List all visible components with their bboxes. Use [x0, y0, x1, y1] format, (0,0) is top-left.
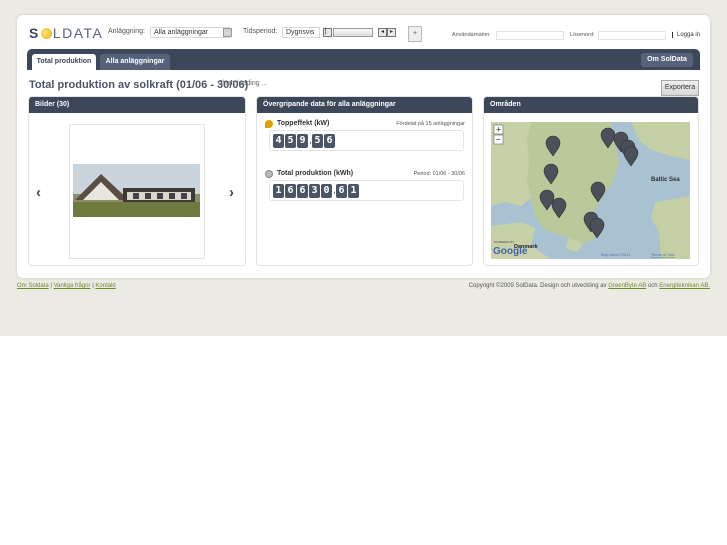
counter-digit: 1: [348, 183, 359, 198]
step-forward-button[interactable]: ▸: [387, 28, 396, 37]
chevron-right-icon[interactable]: ›: [229, 184, 234, 201]
tab-total-produktion-label: Total produktion: [36, 58, 92, 65]
password-label: Lösenord:: [570, 32, 595, 38]
counter-digit: 6: [336, 183, 347, 198]
counter-digit: 3: [309, 183, 320, 198]
counter-digit: 5: [285, 133, 296, 148]
tab-total-produktion[interactable]: Total produktion: [32, 54, 96, 70]
overview-panel-title: Övergripande data för alla anläggningar: [257, 97, 472, 113]
export-button[interactable]: Exportera: [661, 80, 699, 96]
main-navbar: Total produktion Alla anläggningar Om So…: [27, 49, 700, 70]
counter-digit: 6: [285, 183, 296, 198]
counter-digit: 5: [312, 133, 323, 148]
slider-left-button[interactable]: ▏: [323, 28, 332, 37]
footer-link-kontakt[interactable]: Kontakt: [95, 283, 115, 289]
footer-copyright: Copyright ©2009 SolData. Design och utve…: [469, 283, 710, 289]
footer-link-energiteknikan[interactable]: Energiteknikan AB.: [659, 283, 710, 289]
terms-link[interactable]: Terms of Use: [651, 252, 675, 257]
logo-text-data: LDATA: [52, 25, 104, 41]
footer-and: och: [647, 283, 658, 289]
building-photo[interactable]: [73, 164, 200, 217]
total-production-counter: 16630,61: [269, 180, 464, 201]
footer-link-om-soldata[interactable]: Om Soldata: [17, 283, 49, 289]
footer-links: Om Soldata | Vanliga frågor | Kontakt: [17, 283, 116, 289]
anlaggning-dropdown-button[interactable]: [223, 28, 232, 37]
zoom-out-label: −: [496, 135, 501, 145]
tab-om-soldata[interactable]: Om SolData: [641, 53, 693, 67]
baltic-sea-label: Baltic Sea: [651, 177, 680, 183]
areas-panel: Områden + − Baltic Sea Danmark POWERED B…: [483, 96, 699, 266]
footer-link-greenbyte[interactable]: GreenByte AB: [608, 283, 646, 289]
total-production-note: Period: 01/06 - 30/06: [413, 171, 465, 177]
period-slider[interactable]: [333, 28, 373, 37]
tab-om-soldata-label: Om SolData: [647, 56, 687, 63]
tidsperiod-label: Tidsperiod:: [243, 28, 278, 35]
images-panel: Bilder (30) ‹ ›: [28, 96, 246, 266]
sun-icon: [40, 27, 52, 39]
counter-digit: 1: [273, 183, 284, 198]
peak-power-note: Fördelat på 15 anläggningar: [396, 121, 465, 127]
add-period-button[interactable]: +: [408, 26, 422, 42]
tidsperiod-select-value: Dygnsvis: [286, 29, 315, 36]
username-label: Användarnamn:: [452, 32, 491, 38]
total-production-label: Total produktion (kWh): [277, 170, 354, 177]
tidsperiod-select[interactable]: Dygnsvis: [282, 27, 320, 38]
sun-small-icon: [265, 170, 273, 178]
anlaggning-select-value: Alla anläggningar: [154, 29, 209, 36]
tab-alla-anlaggningar[interactable]: Alla anläggningar: [100, 54, 170, 70]
google-logo: Google: [493, 246, 528, 257]
password-input[interactable]: [598, 31, 666, 40]
counter-digit: 9: [297, 133, 308, 148]
overview-panel: Övergripande data för alla anläggningar …: [256, 96, 473, 266]
add-period-label: +: [412, 30, 418, 37]
anlaggning-select[interactable]: Alla anläggningar: [150, 27, 230, 38]
bulb-icon: [265, 120, 273, 128]
main-card: S LDATA Anläggning: Alla anläggningar Ti…: [17, 15, 710, 278]
username-input[interactable]: [496, 31, 564, 40]
copyright-text: Copyright ©2009 SolData. Design och utve…: [468, 283, 607, 289]
peak-power-label: Toppeffekt (kW): [277, 120, 330, 127]
powered-by-label: POWERED BY: [494, 240, 514, 244]
chevron-left-icon[interactable]: ‹: [36, 184, 41, 201]
images-panel-title: Bilder (30): [29, 97, 245, 113]
login-link[interactable]: Logga in: [672, 32, 700, 38]
zoom-in-label: +: [496, 125, 501, 135]
counter-digit: 6: [324, 133, 335, 148]
logo-text-s: S: [29, 25, 40, 41]
step-back-button[interactable]: ◂: [378, 28, 387, 37]
areas-map[interactable]: + − Baltic Sea Danmark POWERED BY Google…: [491, 122, 690, 259]
chart-loading-text: Chart loading ...: [218, 80, 268, 87]
counter-digit: 4: [273, 133, 284, 148]
tab-alla-anlaggningar-label: Alla anläggningar: [105, 58, 165, 65]
map-data-text: Map data ©2011 -: [601, 252, 633, 257]
page-title: Total produktion av solkraft (01/06 - 30…: [29, 79, 249, 91]
anlaggning-label: Anläggning:: [108, 28, 145, 35]
counter-digit: 0: [321, 183, 332, 198]
soldata-logo[interactable]: S LDATA: [29, 25, 103, 41]
peak-power-counter: 459,56: [269, 130, 464, 151]
counter-digit: 6: [297, 183, 308, 198]
footer-link-vanliga-fragor[interactable]: Vanliga frågor: [54, 283, 91, 289]
areas-panel-title: Områden: [484, 97, 698, 113]
